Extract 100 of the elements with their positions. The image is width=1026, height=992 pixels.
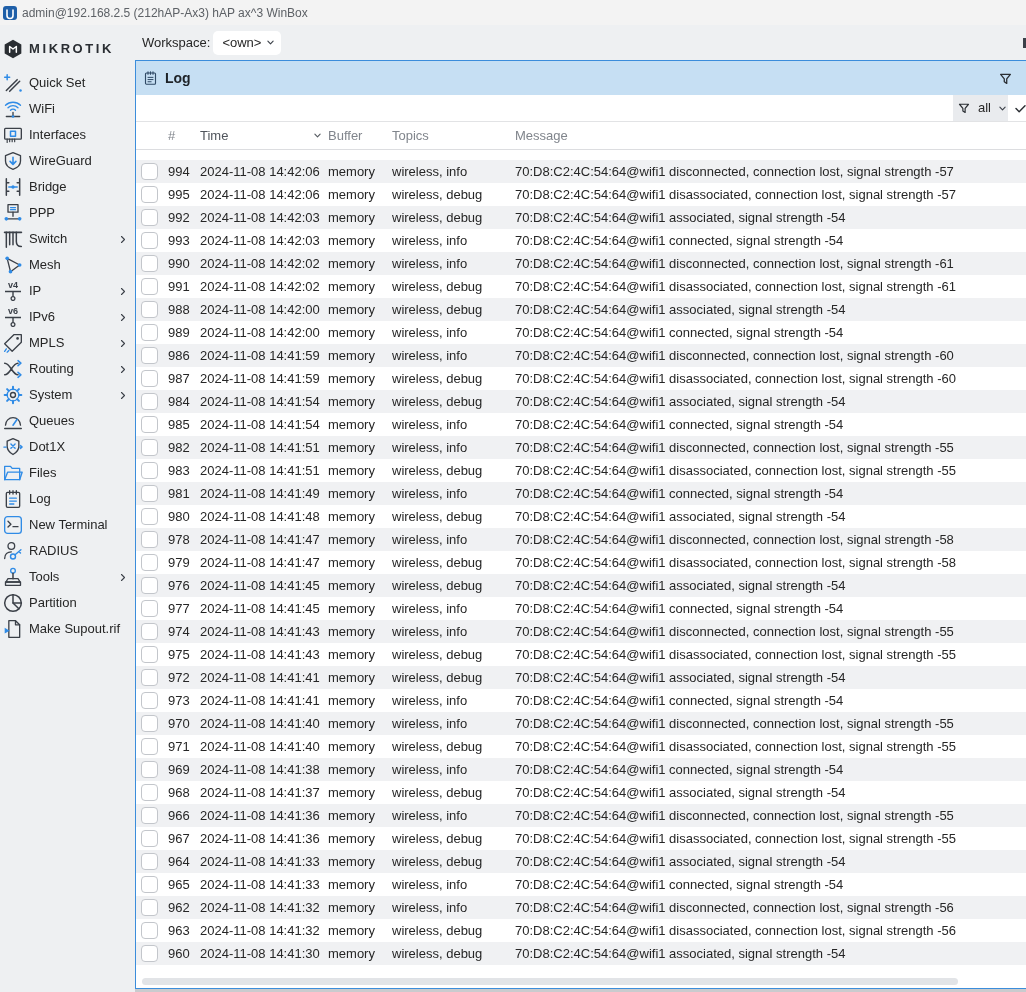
row-checkbox[interactable] <box>141 255 158 272</box>
row-checkbox[interactable] <box>141 646 158 663</box>
row-checkbox[interactable] <box>141 738 158 755</box>
row-checkbox[interactable] <box>141 347 158 364</box>
sidebar-item[interactable]: Quick Set <box>0 70 135 96</box>
column-header[interactable]: Buffer <box>328 125 363 146</box>
row-checkbox[interactable] <box>141 669 158 686</box>
row-checkbox[interactable] <box>141 163 158 180</box>
row-checkbox[interactable] <box>141 393 158 410</box>
row-checkbox[interactable] <box>141 577 158 594</box>
sidebar-item[interactable]: Queues <box>0 408 135 434</box>
row-checkbox[interactable] <box>141 508 158 525</box>
workspace-dropdown[interactable]: <own> <box>213 30 282 55</box>
row-checkbox[interactable] <box>141 462 158 479</box>
table-cell-text: memory <box>328 185 375 204</box>
row-checkbox[interactable] <box>141 600 158 617</box>
row-checkbox[interactable] <box>141 278 158 295</box>
row-checkbox[interactable] <box>141 715 158 732</box>
filter-dropdown[interactable]: all <box>953 95 1008 121</box>
filter-icon[interactable] <box>999 71 1012 85</box>
table-row[interactable]: 966 2024-11-08 14:41:36 memory wireless, info 70:D8:C2:4C:54:64@wifi1 disconnected, connection lost, signal strength -55 <box>136 804 1026 827</box>
row-checkbox[interactable] <box>141 232 158 249</box>
row-checkbox[interactable] <box>141 301 158 318</box>
sidebar-item[interactable]: v6 IPv6 <box>0 304 135 330</box>
sidebar-item[interactable]: PPP <box>0 200 135 226</box>
row-checkbox[interactable] <box>141 485 158 502</box>
table-row[interactable]: 962 2024-11-08 14:41:32 memory wireless, info 70:D8:C2:4C:54:64@wifi1 disconnected, connection lost, signal strength -56 <box>136 896 1026 919</box>
sidebar-item[interactable]: Files <box>0 460 135 486</box>
table-cell-text: 70:D8:C2:4C:54:64@wifi1 disconnected, connection lost, signal strength -55 <box>515 806 954 825</box>
column-header[interactable]: # <box>168 125 176 146</box>
column-header[interactable]: Time <box>200 125 229 146</box>
table-cell-text: memory <box>328 300 375 319</box>
table-row[interactable]: 978 2024-11-08 14:41:47 memory wireless, info 70:D8:C2:4C:54:64@wifi1 disconnected, connection lost, signal strength -58 <box>136 528 1026 551</box>
table-cell-text: 993 <box>168 231 190 250</box>
row-checkbox[interactable] <box>141 531 158 548</box>
sidebar-item[interactable]: Routing <box>0 356 135 382</box>
check-icon[interactable] <box>1015 103 1026 113</box>
mesh-nodes-icon <box>3 255 23 275</box>
row-checkbox[interactable] <box>141 853 158 870</box>
table-cell-text: memory <box>328 760 375 779</box>
table-row[interactable]: 976 2024-11-08 14:41:45 memory wireless, debug 70:D8:C2:4C:54:64@wifi1 associated, signal strength -54 <box>136 574 1026 597</box>
table-row[interactable]: 981 2024-11-08 14:41:49 memory wireless, info 70:D8:C2:4C:54:64@wifi1 connected, signal strength -54 <box>136 482 1026 505</box>
sidebar-item[interactable]: RADIUS <box>0 538 135 564</box>
sidebar-item[interactable]: WiFi <box>0 96 135 122</box>
sort-caret-icon[interactable] <box>314 133 321 138</box>
row-checkbox[interactable] <box>141 623 158 640</box>
row-checkbox[interactable] <box>141 416 158 433</box>
sidebar-item[interactable]: Dot1X <box>0 434 135 460</box>
column-header[interactable]: Message <box>515 125 568 146</box>
table-row[interactable]: 964 2024-11-08 14:41:33 memory wireless, debug 70:D8:C2:4C:54:64@wifi1 associated, signal strength -54 <box>136 850 1026 873</box>
table-cell-text: wireless, debug <box>392 507 483 526</box>
table-row[interactable]: 972 2024-11-08 14:41:41 memory wireless, debug 70:D8:C2:4C:54:64@wifi1 associated, signal strength -54 <box>136 666 1026 689</box>
sidebar-item[interactable]: Interfaces <box>0 122 135 148</box>
column-header[interactable]: Topics <box>392 125 429 146</box>
table-row[interactable]: 994 2024-11-08 14:42:06 memory wireless, info 70:D8:C2:4C:54:64@wifi1 disconnected, connection lost, signal strength -57 <box>136 160 1026 183</box>
sidebar-item[interactable]: WireGuard <box>0 148 135 174</box>
sidebar-item[interactable]: Mesh <box>0 252 135 278</box>
row-checkbox[interactable] <box>141 186 158 203</box>
row-checkbox[interactable] <box>141 370 158 387</box>
row-checkbox[interactable] <box>141 209 158 226</box>
sidebar-item[interactable]: Make Supout.rif <box>0 616 135 642</box>
horizontal-scrollbar[interactable] <box>142 978 958 985</box>
sidebar-item[interactable]: v4 IP <box>0 278 135 304</box>
table-row[interactable]: 982 2024-11-08 14:41:51 memory wireless, info 70:D8:C2:4C:54:64@wifi1 disconnected, connection lost, signal strength -55 <box>136 436 1026 459</box>
sidebar-item[interactable]: New Terminal <box>0 512 135 538</box>
sidebar-item[interactable]: Tools <box>0 564 135 590</box>
sidebar-item[interactable]: System <box>0 382 135 408</box>
row-checkbox[interactable] <box>141 439 158 456</box>
sidebar-item[interactable]: Log <box>0 486 135 512</box>
table-cell-text: 2024-11-08 14:41:59 <box>200 369 320 388</box>
table-row[interactable]: 974 2024-11-08 14:41:43 memory wireless, info 70:D8:C2:4C:54:64@wifi1 disconnected, connection lost, signal strength -55 <box>136 620 1026 643</box>
table-cell-text: 2024-11-08 14:41:32 <box>200 921 320 940</box>
row-checkbox[interactable] <box>141 899 158 916</box>
table-row[interactable]: 990 2024-11-08 14:42:02 memory wireless, info 70:D8:C2:4C:54:64@wifi1 disconnected, connection lost, signal strength -61 <box>136 252 1026 275</box>
sidebar-item[interactable]: Switch <box>0 226 135 252</box>
table-row[interactable]: 969 2024-11-08 14:41:38 memory wireless, info 70:D8:C2:4C:54:64@wifi1 connected, signal strength -54 <box>136 758 1026 781</box>
sidebar-item[interactable]: Partition <box>0 590 135 616</box>
row-checkbox[interactable] <box>141 324 158 341</box>
cut-off-icon[interactable] <box>1023 37 1026 48</box>
table-row[interactable]: 986 2024-11-08 14:41:59 memory wireless, info 70:D8:C2:4C:54:64@wifi1 disconnected, connection lost, signal strength -60 <box>136 344 1026 367</box>
row-checkbox[interactable] <box>141 761 158 778</box>
row-checkbox[interactable] <box>141 922 158 939</box>
row-checkbox[interactable] <box>141 830 158 847</box>
table-row[interactable]: 984 2024-11-08 14:41:54 memory wireless, debug 70:D8:C2:4C:54:64@wifi1 associated, signal strength -54 <box>136 390 1026 413</box>
table-row[interactable]: 970 2024-11-08 14:41:40 memory wireless, info 70:D8:C2:4C:54:64@wifi1 disconnected, connection lost, signal strength -55 <box>136 712 1026 735</box>
row-checkbox[interactable] <box>141 807 158 824</box>
sidebar-item[interactable]: Bridge <box>0 174 135 200</box>
table-cell-text: 70:D8:C2:4C:54:64@wifi1 associated, signal strength -54 <box>515 852 846 871</box>
table-cell-text: wireless, debug <box>392 208 483 227</box>
row-checkbox[interactable] <box>141 692 158 709</box>
row-checkbox[interactable] <box>141 554 158 571</box>
row-checkbox[interactable] <box>141 784 158 801</box>
notepad-icon <box>143 70 158 86</box>
sidebar-item[interactable]: MPLS <box>0 330 135 356</box>
table-row[interactable]: 992 2024-11-08 14:42:03 memory wireless, debug 70:D8:C2:4C:54:64@wifi1 associated, signal strength -54 <box>136 206 1026 229</box>
row-checkbox[interactable] <box>141 945 158 962</box>
table-cell-text: 976 <box>168 576 190 595</box>
table-row[interactable]: 988 2024-11-08 14:42:00 memory wireless, debug 70:D8:C2:4C:54:64@wifi1 associated, signal strength -54 <box>136 298 1026 321</box>
row-checkbox[interactable] <box>141 876 158 893</box>
table-row[interactable]: 960 2024-11-08 14:41:30 memory wireless, debug 70:D8:C2:4C:54:64@wifi1 associated, signal strength -54 <box>136 942 1026 965</box>
